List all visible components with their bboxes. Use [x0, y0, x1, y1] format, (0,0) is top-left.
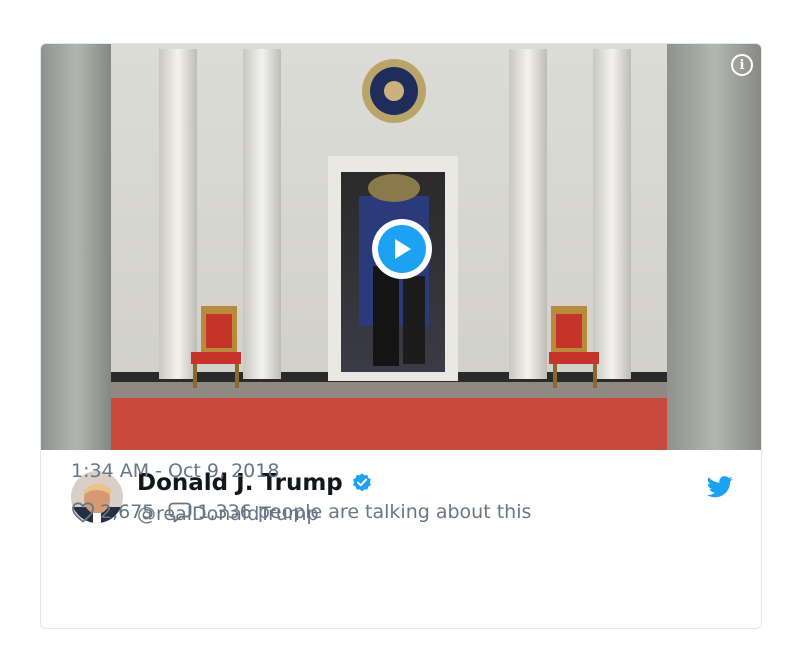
play-icon: [395, 239, 411, 259]
tweet-footer: Donald J. Trump @realDonaldTrump 1:34 AM…: [41, 450, 761, 628]
tweet-timestamp[interactable]: 1:34 AM - Oct 9, 2018: [71, 460, 279, 482]
like-count: 2,675: [100, 501, 155, 523]
twitter-bird-icon[interactable]: [706, 476, 733, 502]
play-button[interactable]: [372, 219, 432, 279]
like-button[interactable]: 2,675: [71, 501, 154, 523]
talking-text: 1,336 people are talking about this: [197, 501, 532, 523]
play-button-disc: [378, 225, 426, 273]
comment-icon: [169, 502, 192, 523]
video-player[interactable]: i: [41, 44, 761, 450]
info-icon[interactable]: i: [731, 54, 753, 76]
verified-badge-icon: [351, 472, 373, 494]
tweet-stats: 2,675 1,336 people are talking about thi…: [71, 501, 531, 523]
info-glyph: i: [739, 57, 745, 73]
comment-button[interactable]: 1,336 people are talking about this: [168, 501, 531, 523]
heart-icon: [72, 502, 94, 523]
tweet-embed-card: i Donald J. Trump @realDonaldTrump 1:34 …: [40, 43, 762, 629]
